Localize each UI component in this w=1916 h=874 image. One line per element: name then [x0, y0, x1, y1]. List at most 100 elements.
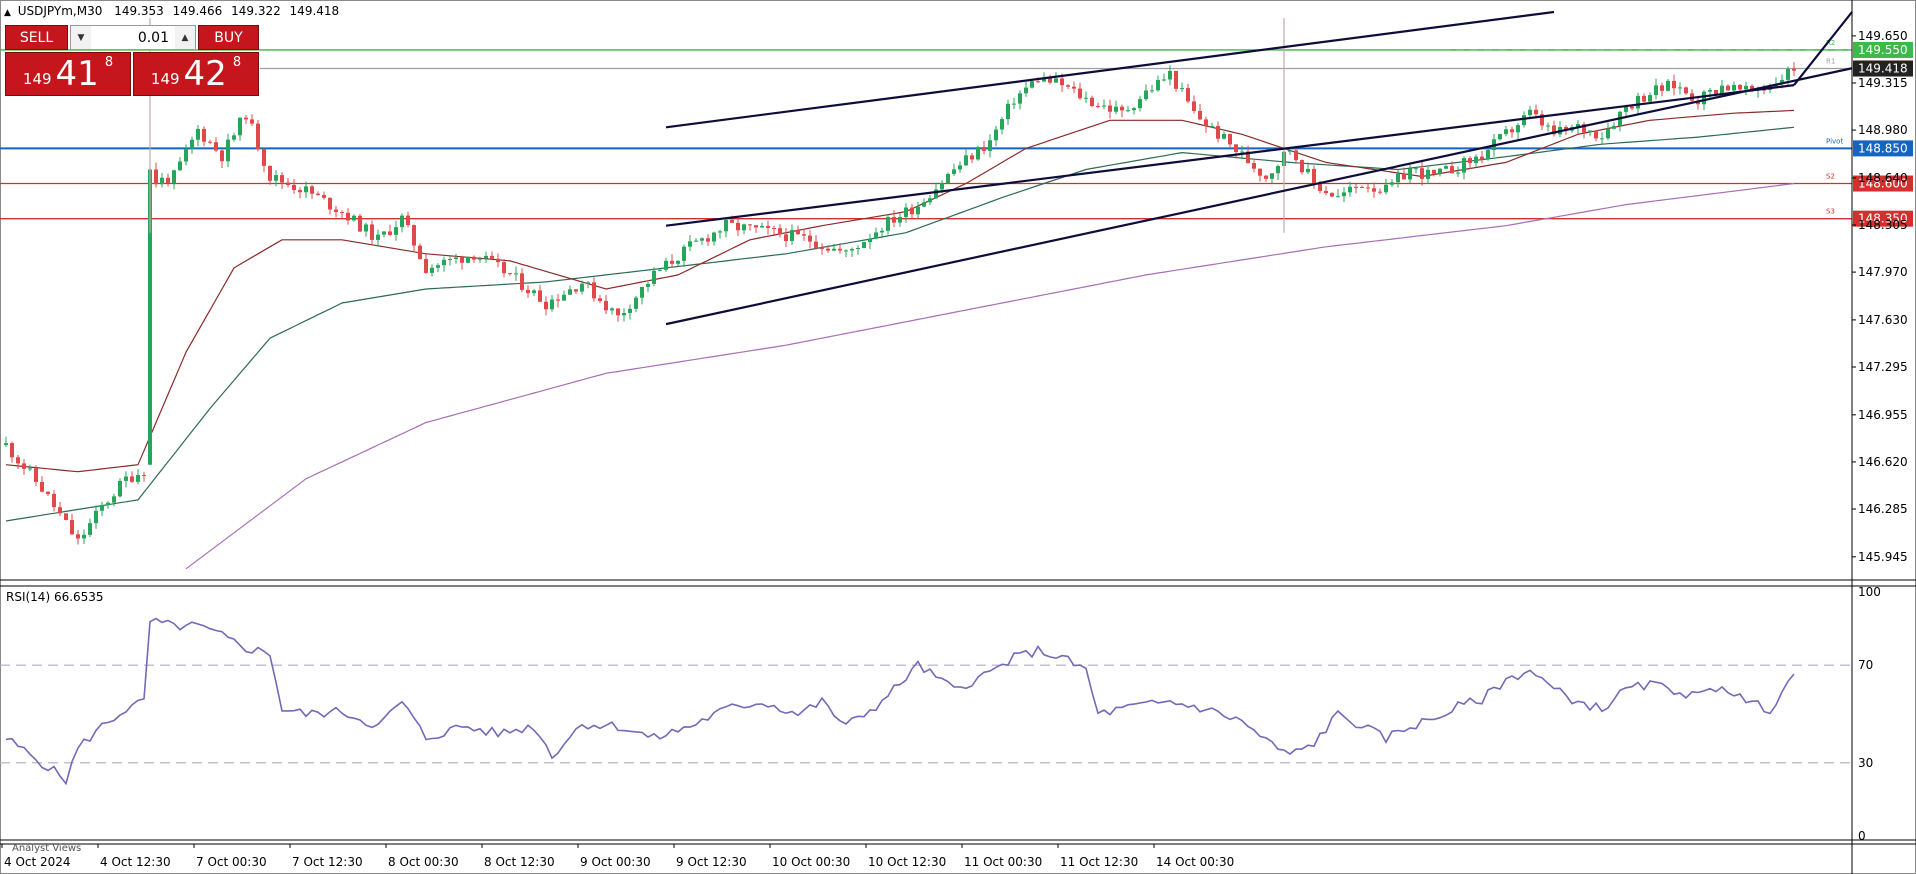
candle-body — [238, 117, 242, 136]
candle-body — [388, 231, 392, 235]
candle-body — [916, 206, 920, 215]
candle-body — [1288, 150, 1292, 152]
candle-body — [532, 290, 536, 294]
candle-body — [1030, 81, 1034, 88]
candle-body — [550, 299, 554, 310]
candle-body — [406, 215, 410, 226]
candle-body — [892, 217, 896, 223]
candle-body — [586, 282, 590, 284]
candle-body — [196, 128, 200, 140]
candle-body — [1258, 168, 1262, 176]
candle-body — [52, 493, 56, 508]
candle-body — [490, 255, 494, 259]
price-tick-label: 149.650 — [1858, 29, 1908, 43]
time-tick-label: 7 Oct 12:30 — [292, 855, 363, 869]
time-tick-label: 8 Oct 00:30 — [388, 855, 459, 869]
candle-body — [400, 215, 404, 228]
candle-body — [826, 248, 830, 251]
candle-body — [1054, 78, 1058, 83]
lot-size-stepper[interactable]: ▼ ▲ — [70, 25, 196, 50]
candle-body — [304, 186, 308, 193]
candle-body — [1546, 125, 1550, 127]
low-value: 149.322 — [231, 4, 281, 18]
buy-button[interactable]: BUY — [198, 25, 259, 50]
candle-body — [730, 219, 734, 223]
candle-body — [844, 250, 848, 252]
candle-body — [682, 246, 686, 261]
candle-body — [124, 476, 128, 481]
analyst-views-label[interactable]: Analyst Views — [12, 843, 81, 854]
candle-body — [1384, 184, 1388, 193]
candle-body — [1378, 191, 1382, 193]
price-tick-label: 149.315 — [1858, 76, 1908, 90]
candle-body — [106, 502, 110, 506]
candle-body — [574, 289, 578, 292]
candle-body — [454, 257, 458, 260]
price-tick-label: 146.285 — [1858, 502, 1908, 516]
candle-body — [562, 294, 566, 301]
candle-body — [1120, 106, 1124, 111]
candle-body — [1606, 128, 1610, 139]
triangle-up-icon[interactable]: ▲ — [4, 8, 11, 18]
candle-body — [736, 222, 740, 231]
candle-body — [262, 149, 266, 166]
candle-body — [1702, 91, 1706, 105]
chart-canvas[interactable]: R2149.550R1149.418Pivot148.850S2148.600S… — [0, 0, 1916, 874]
candle-body — [1396, 173, 1400, 183]
candle-body — [820, 248, 824, 250]
candle-body — [346, 212, 350, 221]
candle-body — [526, 289, 530, 294]
close-value: 149.418 — [289, 4, 340, 18]
candle-body — [868, 238, 872, 243]
candle-body — [622, 312, 626, 316]
candle-body — [640, 286, 644, 298]
candle-body — [1474, 156, 1478, 163]
sell-button[interactable]: SELL — [5, 25, 68, 50]
candle-body — [1102, 105, 1106, 107]
level-price-label: 149.550 — [1858, 43, 1908, 57]
sell-quote[interactable]: 149 41 8 — [5, 52, 131, 96]
time-tick-label: 9 Oct 00:30 — [580, 855, 651, 869]
candle-body — [1324, 190, 1328, 194]
chevron-down-icon[interactable]: ▼ — [71, 26, 91, 49]
candle-body — [82, 534, 86, 539]
candle-body — [280, 175, 284, 183]
candle-body — [1192, 101, 1196, 111]
candle-body — [514, 273, 518, 275]
candle-body — [1654, 85, 1658, 96]
price-tick-label: 147.630 — [1858, 313, 1908, 327]
candle-body — [1060, 78, 1064, 86]
lot-size-input[interactable] — [91, 26, 175, 49]
buy-quote[interactable]: 149 42 8 — [133, 52, 259, 96]
candle-body — [22, 463, 26, 469]
chevron-up-icon[interactable]: ▲ — [175, 26, 195, 49]
candle-body — [1786, 68, 1790, 80]
candle-body — [502, 262, 506, 274]
time-tick-label: 11 Oct 12:30 — [1060, 855, 1138, 869]
candle-body — [430, 267, 434, 273]
candle-body — [1444, 166, 1448, 169]
symbol-label: USDJPYm,M30 — [17, 4, 103, 18]
level-price-label: 148.850 — [1858, 141, 1908, 155]
candle-body — [166, 177, 170, 184]
rsi-layer: RSI(14) 66.6535 100 70 30 0 — [0, 585, 1881, 843]
buy-price-big: 42 — [183, 54, 227, 94]
candle-body — [982, 147, 986, 151]
candle-body — [1000, 119, 1004, 130]
candle-body — [394, 227, 398, 235]
time-tick-label: 9 Oct 12:30 — [676, 855, 747, 869]
candle-body — [1642, 95, 1646, 102]
candle-body — [292, 185, 296, 191]
candle-body — [460, 257, 464, 263]
candle-body — [664, 260, 668, 270]
candle-body — [88, 523, 92, 535]
candle-body — [70, 519, 74, 535]
candle-body — [856, 247, 860, 250]
ma-fast-line — [5, 109, 1795, 473]
ma-mid-line — [5, 126, 1795, 522]
candle-body — [1390, 182, 1394, 185]
candle-body — [1666, 80, 1670, 91]
candle-body — [1510, 129, 1514, 133]
candle-body — [628, 308, 632, 313]
candle-body — [700, 238, 704, 241]
